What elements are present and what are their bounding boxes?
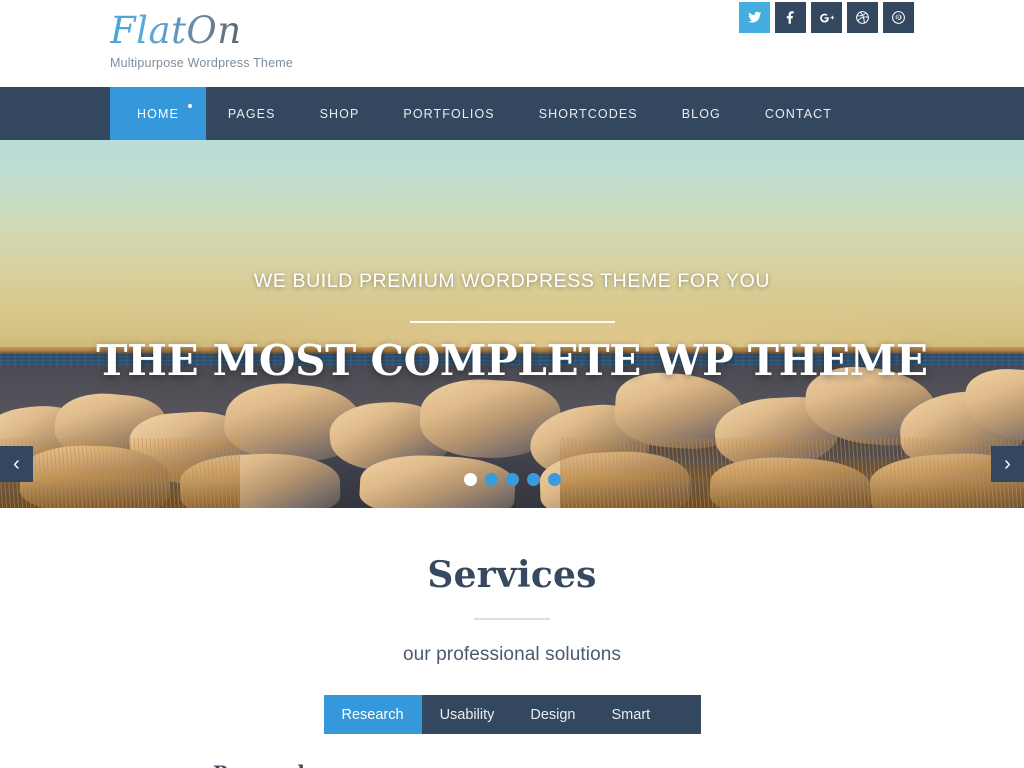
nav-item-portfolios[interactable]: PORTFOLIOS [381, 87, 516, 140]
social-link-pinterest[interactable] [883, 2, 914, 33]
hero-slider: WE BUILD PREMIUM WORDPRESS THEME FOR YOU… [0, 140, 1024, 508]
facebook-icon [783, 10, 798, 25]
tab-usability[interactable]: Usability [422, 695, 513, 734]
twitter-icon [747, 10, 762, 25]
slider-dot[interactable] [505, 473, 519, 486]
services-title: Services [427, 554, 597, 596]
slider-dot[interactable] [547, 473, 561, 486]
site-header: FlatOn Multipurpose Wordpress Theme [0, 0, 1024, 87]
nav-active-dot-icon [187, 104, 192, 108]
tab-design[interactable]: Design [512, 695, 593, 734]
slider-dot[interactable] [484, 473, 498, 486]
nav-item-label: SHOP [319, 106, 360, 121]
social-link-dribbble[interactable] [847, 2, 878, 33]
tab-label: Design [530, 706, 576, 723]
logo-text: FlatOn [110, 10, 293, 52]
dribbble-icon [855, 10, 870, 25]
chevron-left-icon: ‹ [13, 453, 20, 475]
social-link-facebook[interactable] [775, 2, 806, 33]
hero-title: THE MOST COMPLETE WP THEME [96, 336, 928, 385]
services-divider [474, 618, 550, 620]
tab-smart[interactable]: Smart [594, 695, 669, 734]
services-subtitle: our professional solutions [402, 644, 622, 665]
tab-panel-title: Research [213, 762, 849, 768]
social-links [739, 2, 914, 33]
services-section: Services our professional solutions Rese… [0, 508, 1024, 768]
nav-item-label: CONTACT [764, 106, 833, 121]
tab-label: Smart [611, 706, 651, 723]
nav-item-shortcodes[interactable]: SHORTCODES [517, 87, 660, 140]
tab-label: Usability [439, 706, 495, 723]
tab-research[interactable]: Research [323, 695, 422, 734]
nav-item-home[interactable]: HOME [110, 87, 206, 140]
nav-item-contact[interactable]: CONTACT [743, 87, 854, 140]
logo-tagline: Multipurpose Wordpress Theme [110, 56, 293, 70]
google-plus-icon [819, 10, 835, 26]
nav-item-label: HOME [137, 106, 179, 121]
nav-item-label: PORTFOLIOS [403, 106, 495, 121]
chevron-right-icon: › [1004, 453, 1011, 475]
social-link-google-plus[interactable] [811, 2, 842, 33]
social-link-twitter[interactable] [739, 2, 770, 33]
hero-divider [409, 321, 615, 323]
slider-pagination [0, 473, 1024, 486]
hero-subtitle: WE BUILD PREMIUM WORDPRESS THEME FOR YOU [253, 270, 771, 292]
nav-item-shop[interactable]: SHOP [298, 87, 382, 140]
nav-item-pages[interactable]: PAGES [206, 87, 298, 140]
main-navigation: HOME PAGES SHOP PORTFOLIOS SHORTCODES BL… [0, 87, 1024, 140]
services-tab-panel: Research [175, 762, 849, 768]
slider-dot[interactable] [526, 473, 540, 486]
slider-dot[interactable] [463, 473, 477, 486]
hero-caption: WE BUILD PREMIUM WORDPRESS THEME FOR YOU… [0, 270, 1024, 385]
nav-item-blog[interactable]: BLOG [660, 87, 743, 140]
site-logo[interactable]: FlatOn Multipurpose Wordpress Theme [110, 10, 293, 71]
tab-label: Research [341, 706, 404, 723]
nav-item-label: BLOG [681, 106, 721, 121]
nav-item-label: PAGES [227, 106, 276, 121]
pinterest-icon [891, 10, 906, 25]
services-tabs: Research Usability Design Smart [323, 695, 701, 734]
nav-item-label: SHORTCODES [538, 106, 638, 121]
